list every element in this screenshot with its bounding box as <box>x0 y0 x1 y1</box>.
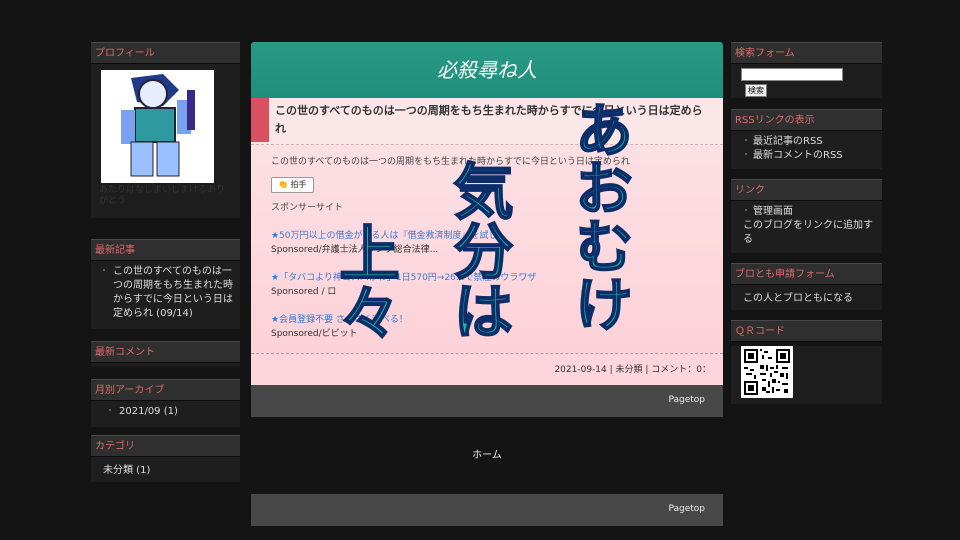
qr-body <box>731 346 882 404</box>
entry-text: この世のすべてのものは一つの周期をもち生まれた時からすでに今日という日は定められ <box>271 157 630 167</box>
recent-article-link[interactable]: この世のすべてのものは一つの周期をもち生まれた時からすでに今日という日は定められ… <box>99 265 234 321</box>
recent-body: この世のすべてのものは一つの周期をもち生まれた時からすでに今日という日は定められ… <box>91 261 240 329</box>
qr-code-image <box>741 346 793 398</box>
pagetop-link-bottom[interactable]: Pagetop <box>668 504 705 514</box>
entry-footer: 2021-09-14 | 未分類 | コメント：0： <box>251 353 723 385</box>
search-body: 検索 <box>731 64 882 98</box>
rss-title: RSSリンクの表示 <box>731 109 882 131</box>
pagetop-link[interactable]: Pagetop <box>668 395 705 405</box>
ad-sub-1: Sponsored/弁護士法人ランク総合法律... <box>271 245 439 255</box>
friend-link[interactable]: この人とブロともになる <box>743 289 876 304</box>
pagetop-bar: Pagetop <box>251 385 723 417</box>
add-link[interactable]: このブログをリンクに追加する <box>739 219 876 247</box>
archive-title: 月別アーカイブ <box>91 379 240 401</box>
ad-link-3[interactable]: ★会員登録不要 さくさく遊べる！ <box>271 313 713 327</box>
entry-body: この世のすべてのものは一つの周期をもち生まれた時からすでに今日という日は定められ… <box>251 145 723 353</box>
search-input[interactable] <box>741 68 843 81</box>
blog-title[interactable]: 必殺尋ね人 <box>251 42 723 98</box>
pagetop-bar-bottom: Pagetop <box>251 494 723 526</box>
clap-icon: 👏 <box>278 180 288 189</box>
ad-sub-3: Sponsored/ビビット <box>271 329 358 339</box>
comments-title: 最新コメント <box>91 341 240 363</box>
rss-body: 最近記事のRSS 最新コメントのRSS <box>731 131 882 169</box>
search-title: 検索フォーム <box>731 42 882 64</box>
links-body: 管理画面 このブログをリンクに追加する <box>731 201 882 253</box>
main-content: 必殺尋ね人 この世のすべてのものは一つの周期をもち生まれた時からすでに今日という… <box>251 42 723 417</box>
rss-comment-link[interactable]: 最新コメントのRSS <box>739 149 876 163</box>
links-title: リンク <box>731 179 882 201</box>
clap-button[interactable]: 👏 拍手 <box>271 177 314 193</box>
ad-sub-2: Sponsored / ロ <box>271 287 337 297</box>
entry-title-bar <box>251 98 269 142</box>
friend-title: ブロとも申請フォーム <box>731 263 882 285</box>
left-sidebar: プロフィール あたりはなしまいしまけるありがとう 最新記事 この世のすべてのもの… <box>91 42 240 482</box>
archive-body: 2021/09 (1) <box>91 401 240 427</box>
friend-body: この人とブロともになる <box>731 285 882 310</box>
clap-label: 拍手 <box>290 180 307 189</box>
profile-body: あたりはなしまいしまけるありがとう <box>91 64 240 218</box>
category-body: 未分類 (1) <box>91 457 240 482</box>
admin-link[interactable]: 管理画面 <box>739 205 876 219</box>
entry-title-text[interactable]: この世のすべてのものは一つの周期をもち生まれた時からすでに今日という日は定められ <box>275 104 703 135</box>
archive-link[interactable]: 2021/09 (1) <box>105 405 234 419</box>
profile-title: プロフィール <box>91 42 240 64</box>
ad-link-1[interactable]: ★50万円以上の借金がある人は『借金救済制度』を試し <box>271 229 713 243</box>
entry: この世のすべてのものは一つの周期をもち生まれた時からすでに今日という日は定められ… <box>251 98 723 385</box>
ad-link-2[interactable]: ★「タバコより神コスパかわ」1日570円→26...で禁煙のウラワザ <box>271 271 713 285</box>
qr-title: ＱＲコード <box>731 320 882 342</box>
avatar[interactable] <box>101 70 214 183</box>
rss-recent-link[interactable]: 最近記事のRSS <box>739 135 876 149</box>
entry-title[interactable]: この世のすべてのものは一つの周期をもち生まれた時からすでに今日という日は定められ <box>251 98 723 145</box>
category-title: カテゴリ <box>91 435 240 457</box>
recent-title: 最新記事 <box>91 239 240 261</box>
search-button[interactable]: 検索 <box>745 84 767 97</box>
home-link[interactable]: ホーム <box>251 446 723 461</box>
category-link[interactable]: 未分類 (1) <box>103 461 234 476</box>
sponsor-heading: スポンサーサイト <box>271 203 343 213</box>
profile-text: あたりはなしまいしまけるありがとう <box>99 185 226 206</box>
right-sidebar: 検索フォーム 検索 RSSリンクの表示 最近記事のRSS 最新コメントのRSS … <box>731 42 882 404</box>
